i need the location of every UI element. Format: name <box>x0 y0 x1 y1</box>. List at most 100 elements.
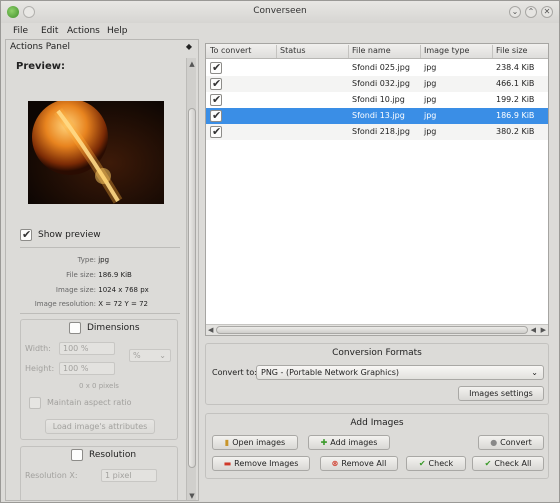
table-row[interactable]: ✔ Sfondi 10.jpg jpg 199.2 KiB <box>206 92 548 108</box>
scroll-down-icon[interactable]: ▼ <box>188 492 196 500</box>
resolution-checkbox[interactable] <box>71 449 83 461</box>
image-type-cell: jpg <box>424 111 437 120</box>
row-checkbox[interactable]: ✔ <box>210 93 222 106</box>
menu-help[interactable]: Help <box>107 26 128 36</box>
dimensions-title: Dimensions <box>87 323 140 333</box>
file-name-cell: Sfondi 10.jpg <box>352 95 405 104</box>
add-images-button[interactable]: ✚ Add images <box>308 435 390 450</box>
divider <box>20 247 180 248</box>
divider <box>20 313 180 314</box>
image-type-cell: jpg <box>424 79 437 88</box>
info-file-size: File size: 186.9 KiB <box>66 271 132 279</box>
table-row[interactable]: ✔ Sfondi 218.jpg jpg 380.2 KiB <box>206 124 548 140</box>
scroll-up-icon[interactable]: ▲ <box>188 60 196 68</box>
maintain-aspect-checkbox[interactable] <box>29 397 41 409</box>
check-button[interactable]: ✔ Check <box>406 456 466 471</box>
width-label: Width: <box>25 344 51 353</box>
load-attributes-button[interactable]: Load image's attributes <box>45 419 155 434</box>
preview-image <box>28 101 164 204</box>
plus-icon: ✚ <box>320 438 328 447</box>
resolution-group: Resolution Resolution X: 1 pixel <box>20 446 178 500</box>
col-file-size[interactable]: File size <box>496 46 527 55</box>
image-type-cell: jpg <box>424 127 437 136</box>
row-checkbox[interactable]: ✔ <box>210 61 222 74</box>
check-all-button[interactable]: ✔ Check All <box>472 456 544 471</box>
images-settings-button[interactable]: Images settings <box>458 386 544 401</box>
row-checkbox[interactable]: ✔ <box>210 109 222 122</box>
convert-to-label: Convert to: <box>212 368 257 377</box>
maximize-icon[interactable]: ⌃ <box>525 6 537 18</box>
unit-select[interactable]: % ⌄ <box>129 349 171 362</box>
add-images-title: Add Images <box>350 418 404 428</box>
chart-icon: ▮ <box>224 438 230 447</box>
image-table: To convert Status File name Image type F… <box>205 43 549 336</box>
height-label: Height: <box>25 364 55 373</box>
actions-panel-title: Actions Panel <box>10 42 71 52</box>
info-resolution: Image resolution: X = 72 Y = 72 <box>34 300 148 308</box>
add-images-section: Add Images ▮ Open images ✚ Add images ● Con… <box>205 413 549 479</box>
height-input[interactable]: 100 % <box>59 362 115 375</box>
remove-images-button[interactable]: ▬ Remove Images <box>212 456 310 471</box>
row-checkbox[interactable]: ✔ <box>210 125 222 138</box>
dimensions-group: Dimensions Width: 100 % Height: 100 % % … <box>20 319 178 440</box>
menu-file[interactable]: File <box>13 26 28 36</box>
conversion-formats-section: Conversion Formats Convert to: PNG - (Po… <box>205 343 549 405</box>
menu-actions[interactable]: Actions <box>67 26 100 36</box>
width-input[interactable]: 100 % <box>59 342 115 355</box>
scroll-left-icon[interactable]: ◀ <box>531 326 536 334</box>
table-row[interactable]: ✔ Sfondi 025.jpg jpg 238.4 KiB <box>206 60 548 76</box>
scroll-left-icon[interactable]: ◀ <box>208 326 213 334</box>
panel-scrollbar[interactable]: ▲ ▼ <box>186 58 196 500</box>
file-size-cell: 186.9 KiB <box>496 111 535 120</box>
scroll-right-icon[interactable]: ▶ <box>541 326 546 334</box>
resolution-x-input[interactable]: 1 pixel <box>101 469 157 482</box>
minus-icon: ▬ <box>223 459 232 468</box>
col-file-name[interactable]: File name <box>352 46 391 55</box>
table-row-selected[interactable]: ✔ Sfondi 13.jpg jpg 186.9 KiB <box>206 108 548 124</box>
row-checkbox[interactable]: ✔ <box>210 77 222 90</box>
remove-all-icon: ⊗ <box>331 459 339 468</box>
remove-all-button[interactable]: ⊗ Remove All <box>320 456 398 471</box>
actions-panel: Actions Panel ◆ Preview: ✔ Show preview … <box>5 39 199 501</box>
check-all-icon: ✔ <box>484 459 492 468</box>
scrollbar-thumb[interactable] <box>188 108 196 468</box>
col-to-convert[interactable]: To convert <box>210 46 251 55</box>
table-row[interactable]: ✔ Sfondi 032.jpg jpg 466.1 KiB <box>206 76 548 92</box>
pixels-text: 0 x 0 pixels <box>79 382 119 390</box>
menu-bar: File Edit Actions Help <box>1 23 559 39</box>
hscrollbar-thumb[interactable] <box>216 326 528 334</box>
title-bar: Converseen ⌄ ⌃ ✕ <box>1 1 559 23</box>
resolution-x-label: Resolution X: <box>25 471 78 480</box>
panel-float-icon[interactable]: ◆ <box>186 42 192 51</box>
table-header: To convert Status File name Image type F… <box>206 44 548 59</box>
format-select[interactable]: PNG - (Portable Network Graphics) ⌄ <box>256 365 544 380</box>
info-type: Type: jpg <box>77 256 110 264</box>
window-title: Converseen <box>253 6 307 16</box>
table-hscrollbar[interactable]: ◀ ◀ ▶ <box>206 324 548 335</box>
file-name-cell: Sfondi 13.jpg <box>352 111 405 120</box>
file-size-cell: 380.2 KiB <box>496 127 535 136</box>
file-name-cell: Sfondi 032.jpg <box>352 79 410 88</box>
main-window: Converseen ⌄ ⌃ ✕ File Edit Actions Help … <box>0 0 560 503</box>
close-icon[interactable]: ✕ <box>541 6 553 18</box>
dimensions-checkbox[interactable] <box>69 322 81 334</box>
image-type-cell: jpg <box>424 63 437 72</box>
resolution-title: Resolution <box>89 450 137 460</box>
preview-heading: Preview: <box>16 61 66 72</box>
image-type-cell: jpg <box>424 95 437 104</box>
minimize-icon[interactable]: ⌄ <box>509 6 521 18</box>
show-preview-label: Show preview <box>38 230 101 240</box>
col-status[interactable]: Status <box>280 46 306 55</box>
file-size-cell: 199.2 KiB <box>496 95 535 104</box>
convert-button[interactable]: ● Convert <box>478 435 544 450</box>
chevron-down-icon: ⌄ <box>159 351 166 360</box>
convert-icon: ● <box>490 438 498 447</box>
menu-edit[interactable]: Edit <box>41 26 58 36</box>
file-size-cell: 466.1 KiB <box>496 79 535 88</box>
file-size-cell: 238.4 KiB <box>496 63 535 72</box>
chevron-down-icon: ⌄ <box>531 368 538 377</box>
show-preview-checkbox[interactable]: ✔ <box>20 228 32 241</box>
planet-image <box>28 101 164 204</box>
col-image-type[interactable]: Image type <box>424 46 469 55</box>
open-images-button[interactable]: ▮ Open images <box>212 435 298 450</box>
